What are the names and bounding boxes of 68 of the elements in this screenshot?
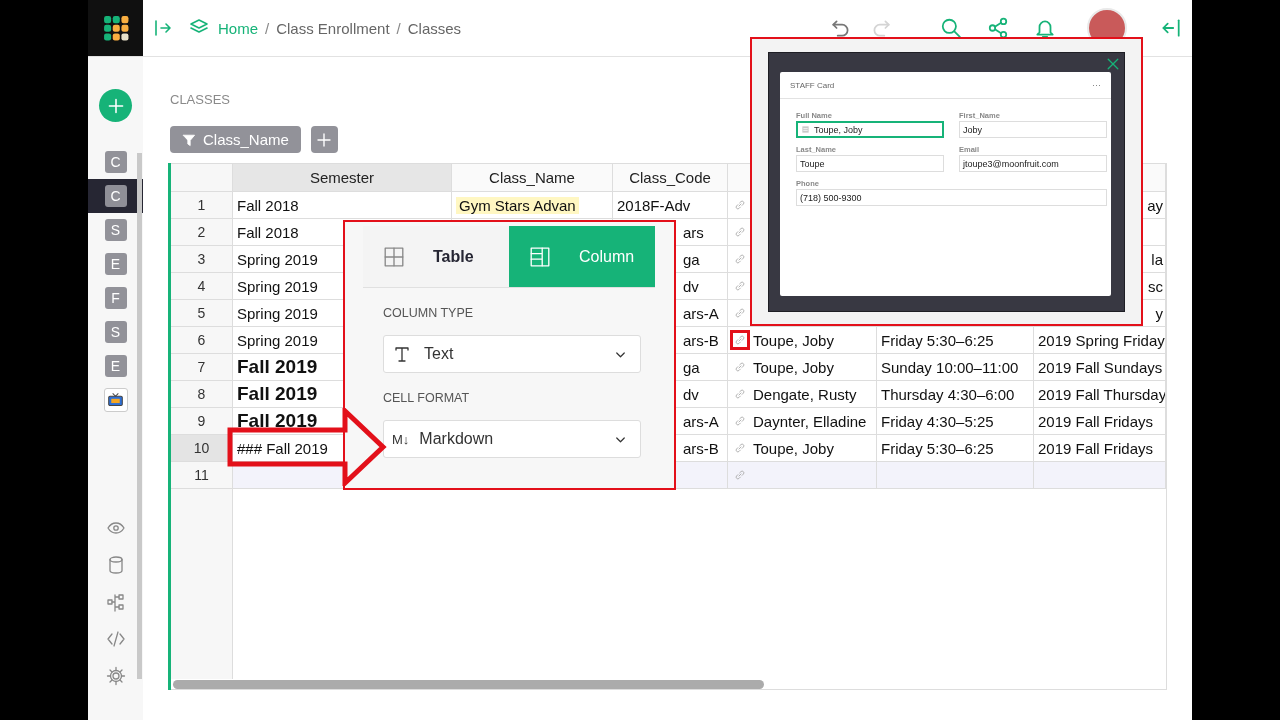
text-type-icon: [392, 344, 412, 364]
dropdown[interactable]: Text: [383, 335, 641, 373]
page-initial: S: [104, 219, 127, 241]
table-cell: Thursday 4:30–6:00: [877, 381, 1034, 408]
row-number[interactable]: 5: [171, 300, 233, 327]
page-initial: F: [104, 287, 127, 309]
row-number[interactable]: 1: [171, 192, 233, 219]
breadcrumb-link[interactable]: Classes: [407, 19, 462, 37]
link-icon[interactable]: [730, 330, 750, 350]
page-initial: S: [104, 321, 127, 343]
page-initial: E: [104, 355, 127, 377]
row-number[interactable]: 11: [171, 462, 233, 489]
table-icon: [383, 245, 405, 268]
code-icon[interactable]: [105, 629, 126, 649]
column-header[interactable]: Class_Code: [613, 163, 728, 192]
card-title: STAFF Card: [790, 80, 835, 90]
row-number[interactable]: 7: [171, 354, 233, 381]
dropdown[interactable]: M↓ Markdown: [383, 420, 641, 458]
close-icon[interactable]: [1105, 56, 1121, 72]
input-field[interactable]: Toupe: [796, 155, 944, 172]
table-cell: 2019 Fall Sundays: [1034, 354, 1166, 381]
collapse-panel-icon[interactable]: [1160, 17, 1182, 39]
column-header[interactable]: Semester: [233, 163, 452, 192]
page-initial: C: [104, 151, 127, 173]
reference-name: Toupe, Joby: [753, 331, 834, 349]
row-number[interactable]: 6: [171, 327, 233, 354]
reference-name: Toupe, Joby: [753, 358, 834, 376]
row-number[interactable]: 2: [171, 219, 233, 246]
column-icon: [529, 245, 551, 268]
breadcrumb-separator: /: [265, 19, 270, 37]
table-cell: 2018F-Adv: [613, 192, 728, 219]
table-cell: Friday 5:30–6:25: [877, 327, 1034, 354]
reference-icon: [801, 125, 810, 134]
breadcrumb-link[interactable]: Class Enrollment: [276, 19, 390, 37]
row-number[interactable]: 8: [171, 381, 233, 408]
input-field[interactable]: (718) 500-9300: [796, 189, 1107, 206]
menu-icon[interactable]: ···: [1092, 80, 1101, 90]
reference-name: Dengate, Rusty: [753, 385, 857, 403]
scrollbar-thumb[interactable]: [173, 679, 764, 689]
add-new-button[interactable]: [99, 89, 132, 122]
app-logo[interactable]: [88, 0, 143, 56]
table-cell: Friday 4:30–5:25: [877, 408, 1034, 435]
table-cell: 2019 Fall Fridays: [1034, 408, 1166, 435]
input-field[interactable]: Toupe, Joby: [796, 121, 944, 138]
table-corner: [171, 163, 233, 192]
share-icon[interactable]: [987, 17, 1009, 39]
section-title: CLASSES: [170, 92, 231, 108]
input-field[interactable]: jtoupe3@moonfruit.com: [959, 155, 1107, 172]
input-field[interactable]: Joby: [959, 121, 1107, 138]
row-number[interactable]: 4: [171, 273, 233, 300]
page-initial: C: [104, 185, 127, 207]
row-number[interactable]: 9: [171, 408, 233, 435]
reference-name: Daynter, Elladine: [753, 412, 867, 430]
table-cell: Sunday 10:00–11:00: [877, 354, 1034, 381]
tree-icon[interactable]: [105, 592, 126, 612]
table-cell: Fall 2018: [233, 192, 452, 219]
highlighted-text: Gym Stars Advan: [456, 196, 579, 214]
page-initial: E: [104, 253, 127, 275]
column-header[interactable]: Class_Name: [452, 163, 613, 192]
reference-name: Toupe, Joby: [753, 439, 834, 457]
tv-icon: [107, 391, 124, 409]
settings-icon[interactable]: [105, 666, 126, 686]
expand-panel-icon[interactable]: [153, 18, 173, 38]
row-number[interactable]: 3: [171, 246, 233, 273]
breadcrumb-separator: /: [396, 19, 401, 37]
table-cell: 2019 Spring Friday: [1034, 327, 1166, 354]
add-filter-button[interactable]: [310, 126, 338, 153]
search-icon[interactable]: [940, 17, 962, 39]
